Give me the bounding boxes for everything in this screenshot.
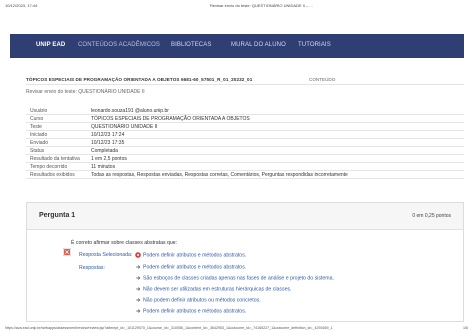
summary-label: Iniciado [26,130,89,139]
summary-label: Status [26,146,89,155]
arrow-icon [136,309,141,313]
summary-label: Usuário [26,107,89,115]
nav-item-mural-do-aluno[interactable]: MURAL DO ALUNO [231,42,286,48]
summary-value: 1 em 2,5 pontos [89,154,464,163]
arrow-icon [136,298,141,302]
answer-option: Podem definir atributos e métodos abstra… [135,308,246,314]
arrow-icon [136,276,141,280]
table-row: Usuário leonardo.souza191 @aluno.unip.br [26,107,464,115]
answer-option: Não podem definir atributos ou métodos c… [135,297,261,303]
table-row: Resultados exibidos Todas as respostas, … [26,170,464,179]
answer-option: São esboços de classes criadas apenas na… [135,275,334,281]
summary-value: 11 minutos [89,162,464,171]
table-row: Curso TÓPICOS ESPECIAIS DE PROGRAMAÇÃO O… [26,114,464,123]
selected-answer: Podem definir atributos e métodos abstra… [135,252,246,258]
top-navigation-bar: UNIP EAD CONTEÚDOS ACADÊMICOS BIBLIOTECA… [10,34,464,58]
table-row: Tempo decorrido 11 minutos [26,162,464,171]
selected-answer-text: Podem definir atributos e métodos abstra… [143,252,247,259]
summary-label: Enviado [26,138,89,147]
summary-value: leonardo.souza191 @aluno.unip.br [89,107,464,115]
arrow-icon [136,287,141,291]
question-card: Pergunta 1 0 em 0,25 pontos É correto af… [26,202,464,322]
answer-option-text: Não devem ser utilizadas em estruturas h… [143,286,292,293]
nav-item-bibliotecas[interactable]: BIBLIOTECAS [171,42,211,48]
answer-option: Podem definir atributos e métodos abstra… [135,264,246,270]
nav-item-unip-ead[interactable]: UNIP EAD [36,42,65,48]
summary-value: QUESTIONÁRIO UNIDADE II [89,122,464,131]
breadcrumb-divider [26,84,464,85]
attempt-summary-table: Usuário leonardo.souza191 @aluno.unip.br… [26,107,464,179]
selected-answer-label: Resposta Selecionada: [79,252,133,258]
answer-option: Não devem ser utilizadas em estruturas h… [135,286,292,292]
question-prompt: É correto afirmar sobre classes abstrata… [71,240,178,246]
table-row: Resultado da tentativa 1 em 2,5 pontos [26,154,464,163]
incorrect-icon [135,252,141,258]
summary-label: Resultados exibidos [26,170,89,179]
table-row: Enviado 10/12/23 17:35 [26,138,464,147]
arrow-icon [136,265,141,269]
incorrect-status-icon [63,248,71,256]
table-row: Teste QUESTIONÁRIO UNIDADE II [26,122,464,131]
page-title: Revisar envio do teste: QUESTIONÁRIO UNI… [26,89,145,95]
summary-label: Tempo decorrido [26,162,89,171]
summary-value: TÓPICOS ESPECIAIS DE PROGRAMAÇÃO ORIENTA… [89,114,464,123]
summary-value: 10/12/23 17:35 [89,138,464,147]
breadcrumb-content[interactable]: CONTEÚDO [309,77,335,82]
print-page-number: 1/6 [463,326,468,330]
print-date: 10/12/2023, 17:44 [5,3,38,8]
answer-option-text: Podem definir atributos e métodos abstra… [143,264,247,271]
summary-value: Completada [89,146,464,155]
question-score: 0 em 0,25 pontos [412,213,451,219]
summary-value: 10/12/23 17:24 [89,130,464,139]
course-title-breadcrumb[interactable]: TÓPICOS ESPECIAIS DE PROGRAMAÇÃO ORIENTA… [26,77,252,82]
table-row: Iniciado 10/12/23 17:24 [26,130,464,139]
answer-option-text: Podem definir atributos e métodos abstra… [143,308,247,315]
table-row: Status Completada [26,146,464,155]
summary-label: Resultado da tentativa [26,154,89,163]
nav-item-tutoriais[interactable]: TUTORIAIS [298,42,331,48]
summary-label: Curso [26,114,89,123]
summary-label: Teste [26,122,89,131]
question-header: Pergunta 1 0 em 0,25 pontos [27,203,463,230]
print-header: 10/12/2023, 17:44 Revisar envio do teste… [0,3,474,11]
nav-item-conteudos-academicos[interactable]: CONTEÚDOS ACADÊMICOS [78,42,160,48]
print-footer-url: https://ava.ead.unip.br/webapps/assessme… [5,326,333,330]
print-title: Revisar envio do teste: QUESTIONÁRIO UNI… [210,3,313,8]
answers-label: Respostas: [79,265,105,271]
question-title: Pergunta 1 [39,212,76,219]
answer-option-text: São esboços de classes criadas apenas na… [143,275,334,282]
answer-option-text: Não podem definir atributos ou métodos c… [143,297,261,304]
summary-value: Todas as respostas, Respostas enviadas, … [89,170,464,179]
